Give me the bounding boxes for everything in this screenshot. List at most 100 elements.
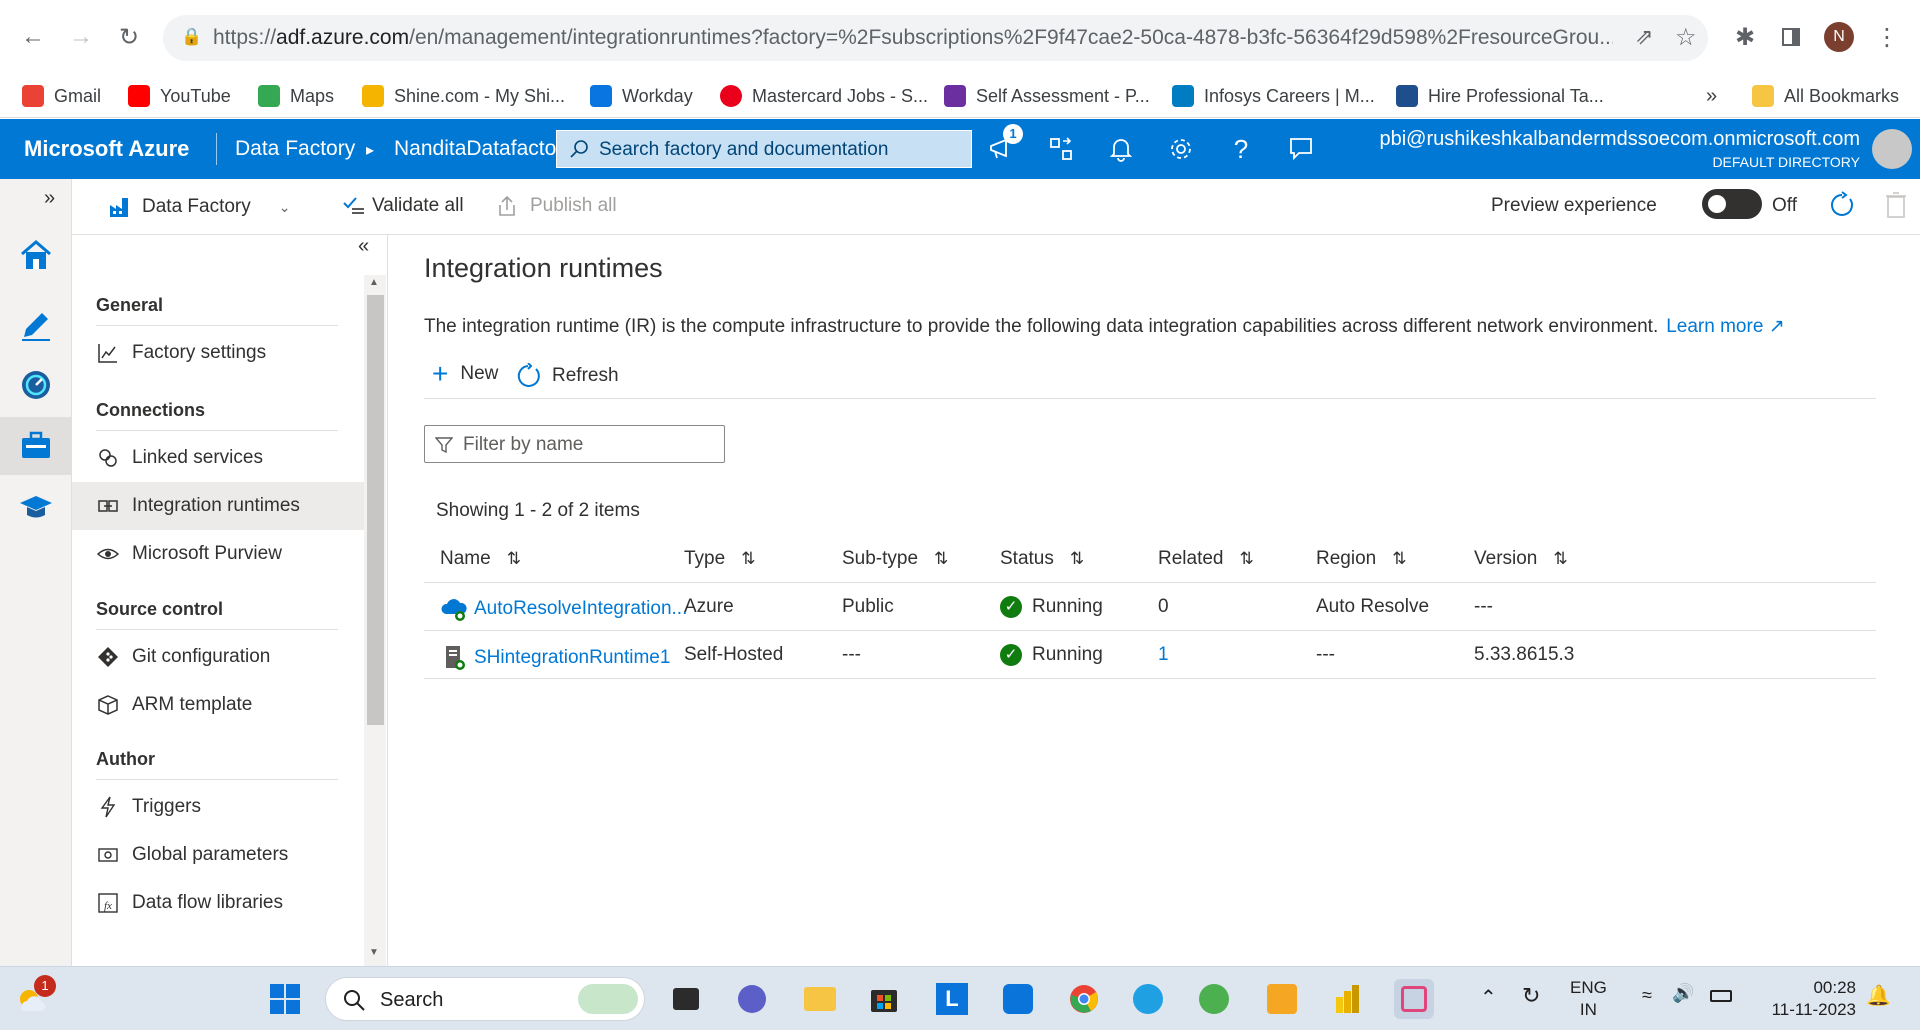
column-header-subtype[interactable]: Sub-type ⇅: [842, 548, 948, 570]
breadcrumb-factory-name[interactable]: NanditaDatafacto: [394, 137, 556, 161]
column-header-region[interactable]: Region ⇅: [1316, 548, 1406, 570]
column-header-type[interactable]: Type ⇅: [684, 548, 755, 570]
battery-icon[interactable]: [1710, 987, 1732, 1007]
table-row[interactable]: SHintegrationRuntime1 Self-Hosted --- ✓ R…: [424, 631, 1876, 679]
azure-brand[interactable]: Microsoft Azure: [24, 136, 189, 162]
validate-all-button[interactable]: Validate all: [342, 195, 464, 217]
power-bi-app[interactable]: [1328, 979, 1368, 1019]
sort-icon[interactable]: ⇅: [741, 549, 755, 569]
forward-icon[interactable]: →: [64, 20, 98, 54]
clock[interactable]: 00:28 11-11-2023: [1752, 977, 1856, 1021]
refresh-button[interactable]: Refresh: [516, 363, 619, 389]
reload-icon[interactable]: ↻: [112, 20, 146, 54]
runtime-name-link[interactable]: AutoResolveIntegration...: [474, 598, 687, 620]
feedback-icon[interactable]: [1284, 132, 1318, 166]
publish-all-button[interactable]: Publish all: [496, 195, 617, 217]
l-app[interactable]: L: [932, 979, 972, 1019]
notification-bell-icon[interactable]: 🔔: [1866, 983, 1891, 1008]
bookmark-workday[interactable]: Workday: [590, 81, 693, 111]
collapse-panel-icon[interactable]: «: [358, 235, 369, 258]
preview-toggle[interactable]: [1702, 189, 1762, 219]
snipping-tool-app[interactable]: [1394, 979, 1434, 1019]
help-icon[interactable]: ?: [1224, 132, 1258, 166]
profile-avatar[interactable]: N: [1824, 22, 1854, 52]
nav-scrollbar-thumb[interactable]: [367, 295, 384, 725]
file-explorer-app[interactable]: [800, 979, 840, 1019]
star-icon[interactable]: ☆: [1675, 23, 1697, 52]
column-header-status[interactable]: Status ⇅: [1000, 548, 1084, 570]
volume-icon[interactable]: 🔊: [1672, 983, 1694, 1004]
settings-gear-icon[interactable]: [1164, 132, 1198, 166]
menu-icon[interactable]: ⋮: [1870, 20, 1904, 54]
bookmark-maps[interactable]: Maps: [258, 81, 334, 111]
nav-global-parameters[interactable]: Global parameters: [72, 831, 364, 879]
nav-arm-template[interactable]: ARM template: [72, 681, 364, 729]
green-app[interactable]: [1194, 979, 1234, 1019]
bookmark-infosys[interactable]: Infosys Careers | M...: [1172, 81, 1375, 111]
discard-icon[interactable]: [1884, 191, 1908, 219]
all-bookmarks-button[interactable]: All Bookmarks: [1752, 81, 1899, 111]
nav-triggers[interactable]: Triggers: [72, 783, 364, 831]
rail-author[interactable]: [0, 297, 72, 353]
bookmark-shine[interactable]: Shine.com - My Shi...: [362, 81, 565, 111]
show-hidden-icons[interactable]: ⌃: [1480, 985, 1497, 1010]
cortana-app[interactable]: [998, 979, 1038, 1019]
edge-app[interactable]: [1128, 979, 1168, 1019]
nav-integration-runtimes[interactable]: Integration runtimes: [72, 482, 364, 530]
language-indicator[interactable]: ENG IN: [1570, 977, 1607, 1021]
sort-icon[interactable]: ⇅: [1392, 549, 1406, 569]
tools-app[interactable]: [1262, 979, 1302, 1019]
column-header-related[interactable]: Related ⇅: [1158, 548, 1254, 570]
account-info[interactable]: pbi@rushikeshkalbandermdssoecom.onmicros…: [1379, 128, 1860, 170]
start-button[interactable]: [265, 979, 305, 1019]
rail-manage[interactable]: [0, 417, 72, 475]
nav-microsoft-purview[interactable]: Microsoft Purview: [72, 530, 364, 578]
rail-learning-center[interactable]: [0, 479, 72, 535]
back-icon[interactable]: ←: [16, 20, 50, 54]
rail-home[interactable]: [0, 227, 72, 283]
task-view-app[interactable]: [666, 979, 706, 1019]
nav-git-configuration[interactable]: Git configuration: [72, 633, 364, 681]
scroll-up-icon[interactable]: ▲: [369, 277, 379, 288]
switch-directory-icon[interactable]: [1044, 132, 1078, 166]
wifi-icon[interactable]: ≈: [1642, 985, 1652, 1006]
filter-by-name-input[interactable]: Filter by name: [424, 425, 725, 463]
expand-rail-icon[interactable]: »: [44, 187, 55, 210]
bookmark-youtube[interactable]: YouTube: [128, 81, 231, 111]
weather-widget[interactable]: 1: [10, 975, 56, 1019]
updates-icon[interactable]: 1: [985, 124, 1023, 166]
breadcrumb-data-factory[interactable]: Data Factory: [235, 137, 355, 161]
nav-linked-services[interactable]: Linked services: [72, 434, 364, 482]
teams-app[interactable]: [732, 979, 772, 1019]
user-avatar[interactable]: [1872, 129, 1912, 169]
runtime-name-link[interactable]: SHintegrationRuntime1: [474, 647, 670, 669]
runtime-related-link[interactable]: 1: [1158, 644, 1169, 666]
refresh-icon[interactable]: [1828, 191, 1856, 219]
extensions-icon[interactable]: ✱: [1728, 20, 1762, 54]
nav-data-flow-libraries[interactable]: fx Data flow libraries: [72, 879, 364, 927]
bookmark-mastercard[interactable]: Mastercard Jobs - S...: [720, 81, 928, 111]
learn-more-link[interactable]: Learn more ↗: [1666, 316, 1784, 337]
side-panel-icon[interactable]: [1774, 20, 1808, 54]
nav-factory-settings[interactable]: Factory settings: [72, 329, 364, 377]
data-factory-dropdown[interactable]: Data Factory ⌄: [108, 195, 291, 219]
new-button[interactable]: + New: [432, 360, 498, 388]
rail-monitor[interactable]: [0, 357, 72, 413]
store-app[interactable]: [864, 979, 904, 1019]
sort-icon[interactable]: ⇅: [934, 549, 948, 569]
sync-icon[interactable]: ↻: [1522, 983, 1540, 1009]
taskbar-search[interactable]: Search: [325, 977, 645, 1021]
sort-icon[interactable]: ⇅: [1070, 549, 1084, 569]
address-bar[interactable]: 🔒 https://adf.azure.com/en/management/in…: [163, 15, 1708, 61]
search-input[interactable]: Search factory and documentation: [556, 130, 972, 168]
column-header-version[interactable]: Version ⇅: [1474, 548, 1568, 570]
bookmark-gmail[interactable]: Gmail: [22, 81, 101, 111]
sort-icon[interactable]: ⇅: [507, 549, 521, 569]
notifications-icon[interactable]: [1104, 132, 1138, 166]
bookmark-self-assessment[interactable]: Self Assessment - P...: [944, 81, 1150, 111]
bookmark-hire-professional[interactable]: Hire Professional Ta...: [1396, 81, 1604, 111]
chrome-app[interactable]: [1064, 979, 1104, 1019]
table-row[interactable]: AutoResolveIntegration... Azure Public ✓…: [424, 583, 1876, 631]
share-icon[interactable]: ⇗: [1635, 24, 1653, 50]
sort-icon[interactable]: ⇅: [1553, 549, 1567, 569]
